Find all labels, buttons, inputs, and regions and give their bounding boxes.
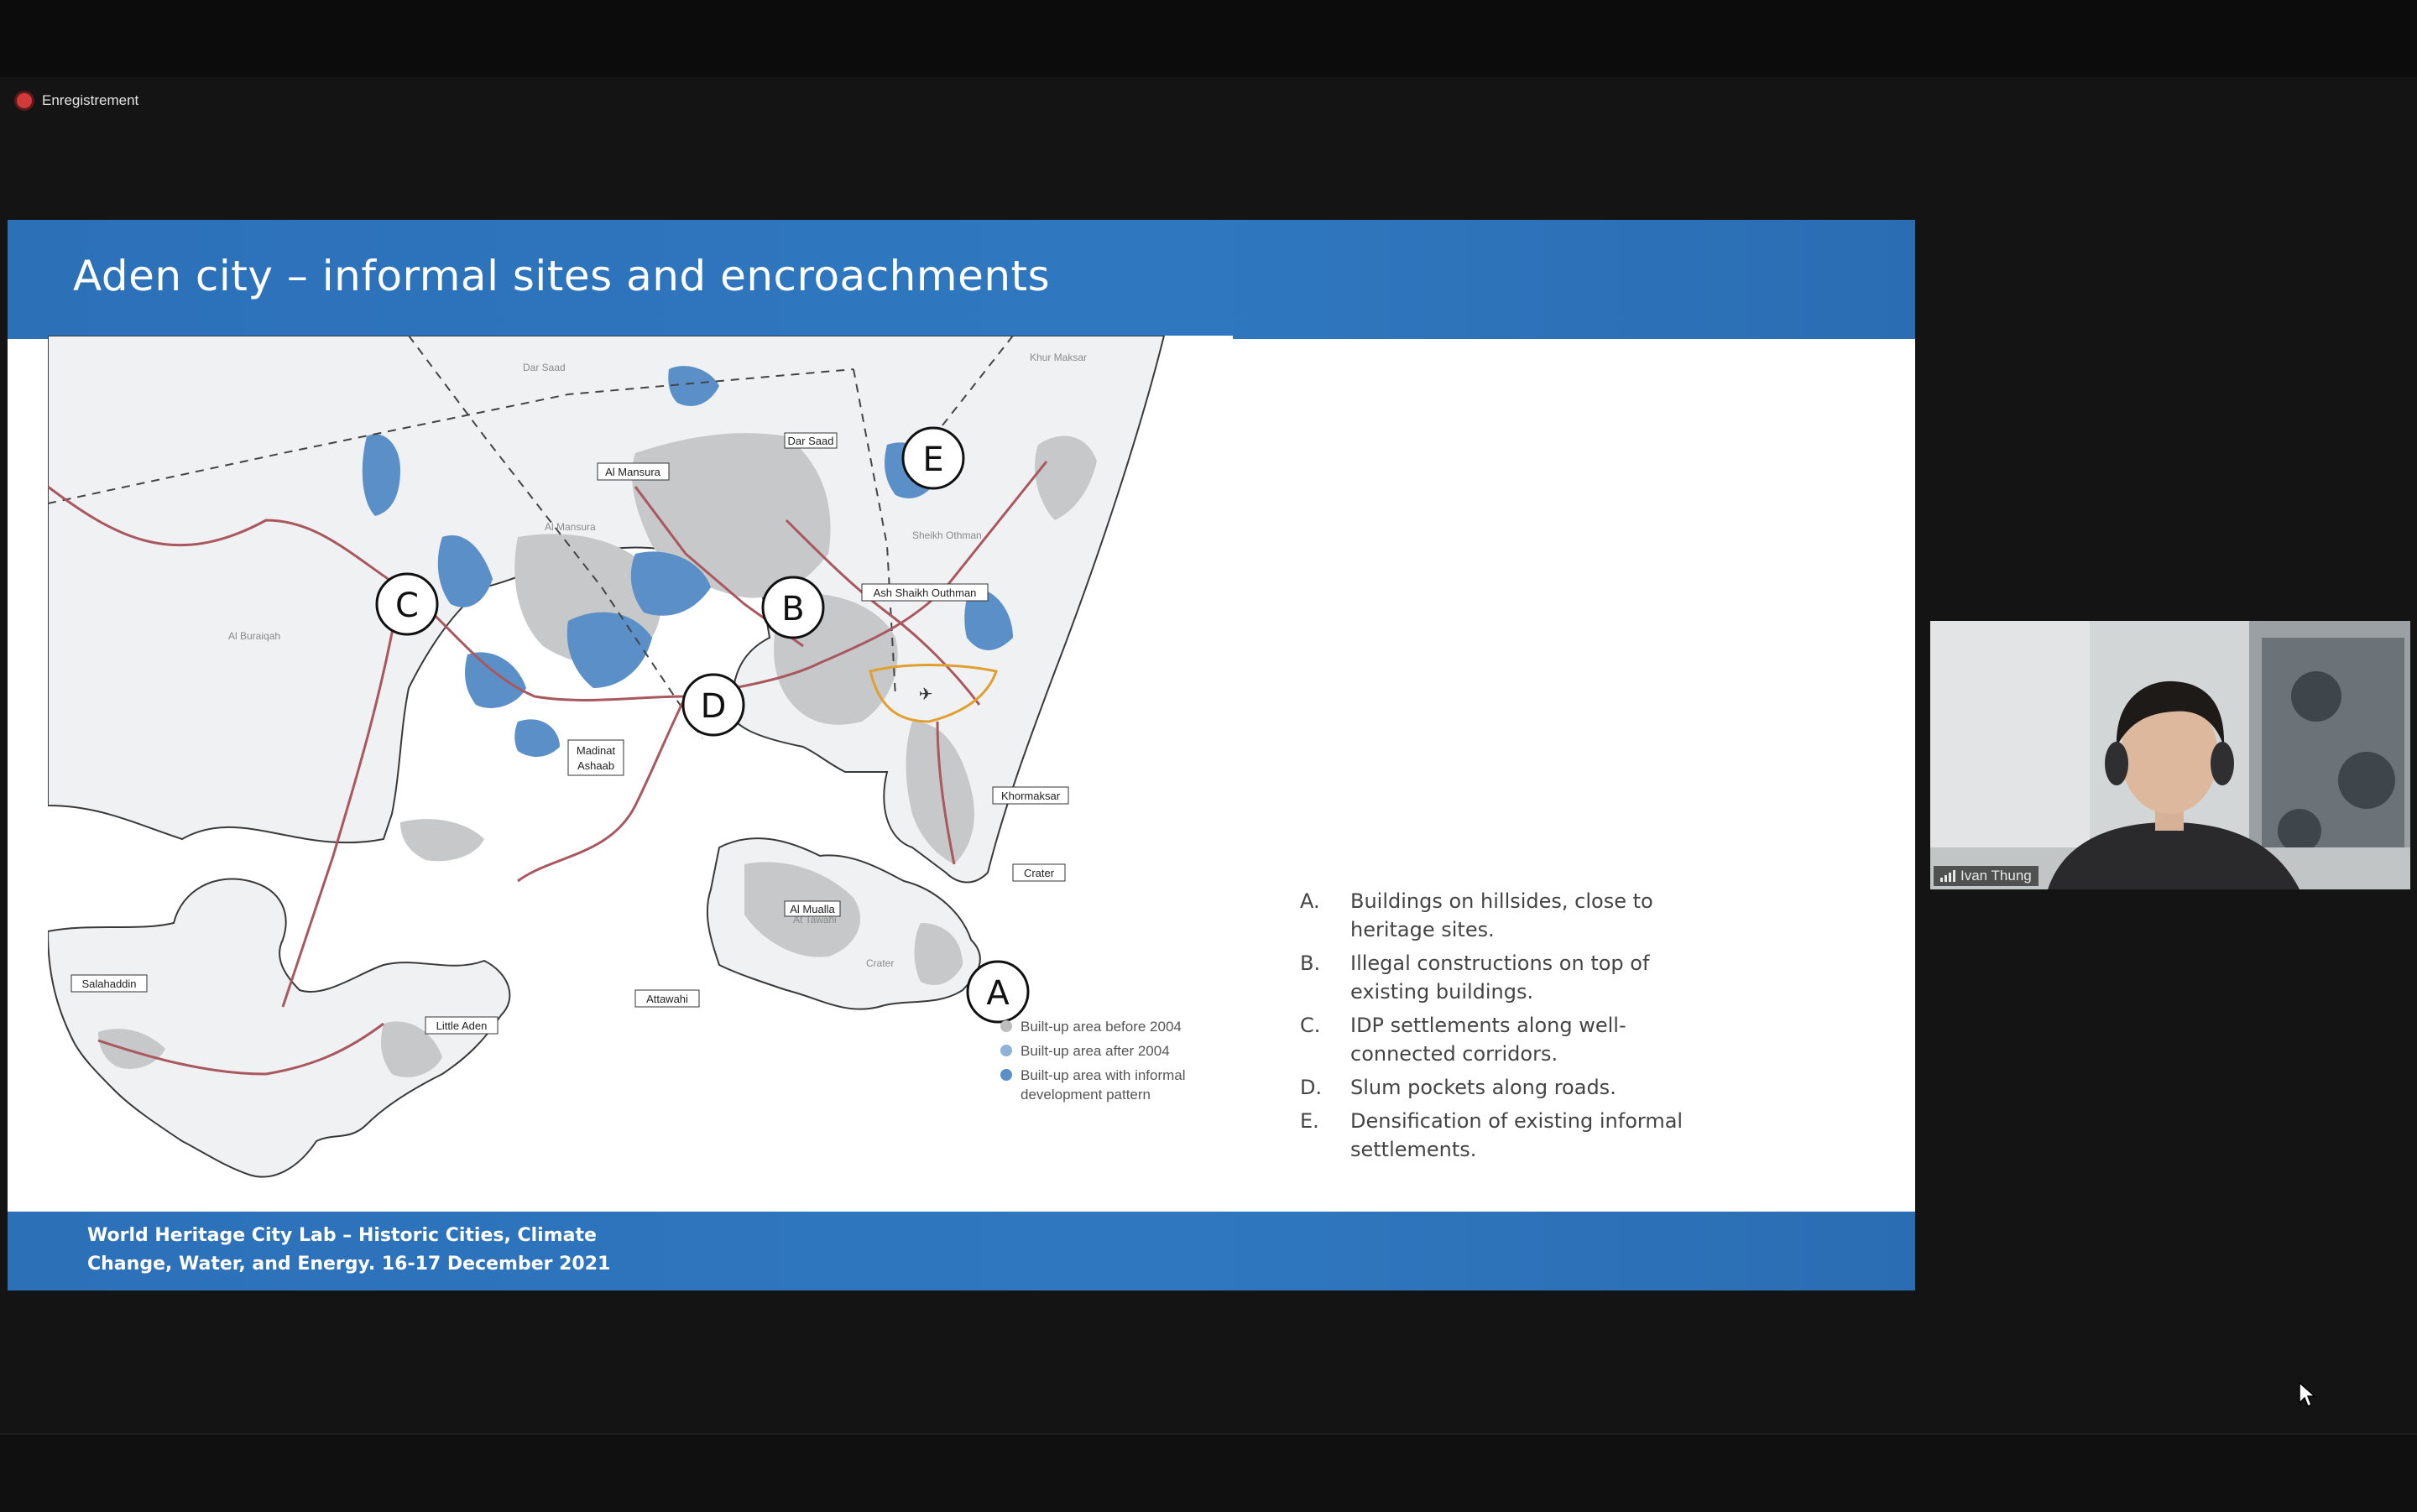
- legend-swatch-after-2004: [1000, 1045, 1012, 1056]
- svg-text:D: D: [701, 687, 727, 726]
- label-khur-maksar-grey: Khur Maksar: [1030, 352, 1087, 363]
- legend-swatch-before-2004: [1000, 1020, 1012, 1032]
- footer-line-1: World Heritage City Lab – Historic Citie…: [87, 1225, 597, 1246]
- label-crater: Crater: [1024, 867, 1055, 879]
- label-sheikh-othman-grey: Sheikh Othman: [912, 529, 982, 541]
- record-icon: [17, 93, 32, 108]
- label-salahaddin: Salahaddin: [81, 978, 136, 990]
- label-al-mansura-grey: Al Mansura: [545, 521, 596, 533]
- legend-item: Built-up area with informal development p…: [1000, 1066, 1235, 1104]
- list-item: C. IDP settlements along well-connected …: [1300, 1014, 1626, 1066]
- label-dar-saad-grey: Dar Saad: [523, 362, 566, 373]
- legend-swatch-informal: [1000, 1069, 1012, 1081]
- footer-line-2: Change, Water, and Energy. 16-17 Decembe…: [87, 1254, 611, 1275]
- label-ashaab: Ashaab: [577, 759, 614, 772]
- label-dar-saad: Dar Saad: [788, 435, 834, 447]
- participant-video: [1930, 621, 2410, 889]
- participant-name-tag: Ivan Thung: [1934, 866, 2039, 886]
- shared-slide: Aden city – informal sites and encroachm…: [8, 220, 1915, 1290]
- marker-c: C: [375, 572, 439, 636]
- marker-e: E: [901, 426, 965, 490]
- slide-header: Aden city – informal sites and encroachm…: [8, 220, 1915, 339]
- findings-list: A. Buildings on hillsides, close to heri…: [1300, 887, 1736, 1169]
- label-al-buraiqah: Al Buraiqah: [228, 630, 280, 642]
- participant-name: Ivan Thung: [1960, 868, 2032, 884]
- participant-video-tile[interactable]: Ivan Thung: [1930, 621, 2410, 889]
- label-khormaksar: Khormaksar: [1001, 790, 1061, 802]
- label-madinat: Madinat: [577, 744, 616, 757]
- signal-strength-icon: [1940, 870, 1955, 882]
- label-attawahi: Attawahi: [646, 993, 688, 1005]
- list-item: E. Densification of existing informal se…: [1300, 1109, 1684, 1161]
- airport-icon: ✈: [919, 684, 933, 704]
- svg-text:B: B: [781, 590, 804, 628]
- top-bar: [0, 0, 2417, 77]
- legend-item: Built-up area after 2004: [1000, 1041, 1235, 1061]
- svg-text:A: A: [986, 974, 1010, 1013]
- bottom-bar: [0, 1433, 2417, 1512]
- marker-a: A: [966, 960, 1030, 1024]
- map-legend: Built-up area before 2004 Built-up area …: [1000, 1017, 1235, 1109]
- marker-b: B: [761, 576, 825, 639]
- recording-indicator: Enregistrement: [17, 92, 138, 109]
- list-item: B. Illegal constructions on top of exist…: [1300, 952, 1650, 1004]
- slide-footer: World Heritage City Lab – Historic Citie…: [8, 1212, 1915, 1290]
- label-al-mualla: Al Mualla: [790, 903, 835, 915]
- list-item: D. Slum pockets along roads.: [1300, 1076, 1616, 1099]
- recording-label: Enregistrement: [42, 92, 139, 108]
- label-little-aden: Little Aden: [436, 1019, 488, 1032]
- slide-title: Aden city – informal sites and encroachm…: [73, 252, 1051, 300]
- svg-text:E: E: [922, 441, 943, 479]
- mouse-pointer-icon: [2299, 1381, 2316, 1408]
- label-crater-grey: Crater: [866, 957, 894, 969]
- list-item: A. Buildings on hillsides, close to heri…: [1300, 889, 1653, 941]
- marker-d: D: [681, 673, 745, 737]
- label-al-mansura: Al Mansura: [605, 466, 661, 478]
- legend-item: Built-up area before 2004: [1000, 1017, 1235, 1036]
- label-ash-shaikh-outhman: Ash Shaikh Outhman: [874, 587, 977, 599]
- svg-text:C: C: [395, 587, 419, 625]
